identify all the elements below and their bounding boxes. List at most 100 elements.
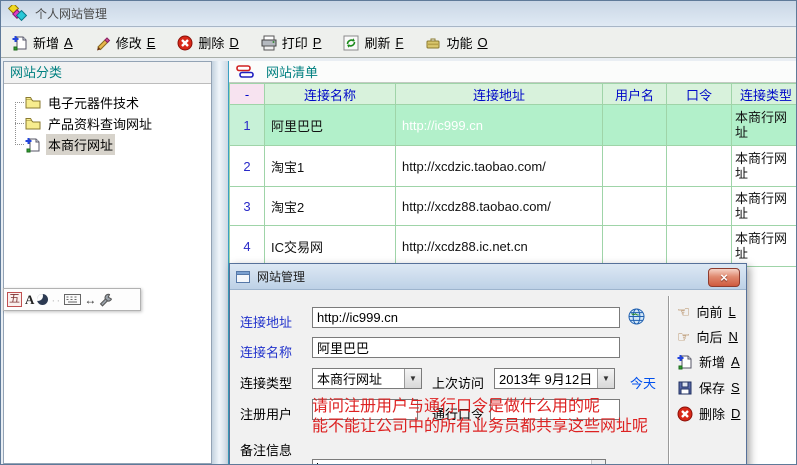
globe-icon[interactable] [628, 308, 645, 325]
forward-button[interactable]: ☜ 向前L [677, 302, 736, 321]
cell-rownum[interactable]: 3 [230, 187, 265, 226]
reg-user-input[interactable] [312, 399, 418, 420]
table-row: 4 IC交易网 http://xcdz88.ic.net.cn 本商行网址 [230, 226, 797, 267]
cell-rownum[interactable]: 4 [230, 226, 265, 267]
folder-icon [25, 96, 41, 109]
hotkey: E [147, 35, 156, 50]
cell-user[interactable] [603, 226, 667, 267]
new-page-icon [677, 354, 693, 370]
tree-item-label: 本商行网址 [46, 134, 115, 155]
last-visit-label: 上次访问 [432, 373, 484, 392]
punctuation-icon[interactable]: ·· [51, 293, 61, 307]
col-header-type[interactable]: 连接类型 [732, 84, 797, 105]
cell-rownum[interactable]: 1 [230, 105, 265, 146]
cell-type[interactable]: 本商行网址 [732, 105, 797, 146]
hotkey: L [728, 304, 735, 319]
backward-button[interactable]: ☞ 向后N [677, 327, 738, 346]
wrench-icon[interactable] [99, 293, 113, 307]
panel-splitter[interactable] [212, 61, 228, 464]
button-label: 保存 [699, 378, 725, 397]
cell-type[interactable]: 本商行网址 [732, 187, 797, 226]
function-button[interactable]: 功能O [422, 31, 490, 54]
dialog-new-button[interactable]: 新增A [677, 352, 740, 371]
cell-type[interactable]: 本商行网址 [732, 226, 797, 267]
print-button[interactable]: 打印 P [258, 31, 325, 54]
width-toggle-icon[interactable]: ↔ [84, 293, 96, 307]
delete-button[interactable]: 删除D [174, 31, 241, 54]
new-button[interactable]: 新增A [9, 31, 76, 54]
col-header-rownum[interactable]: - [230, 84, 265, 105]
cell-user[interactable] [603, 187, 667, 226]
cell-type[interactable]: 本商行网址 [732, 146, 797, 187]
col-header-name[interactable]: 连接名称 [265, 84, 396, 105]
col-header-user[interactable]: 用户名 [603, 84, 667, 105]
window-icon [236, 271, 250, 283]
keyboard-icon[interactable] [64, 294, 81, 305]
title-bar: 个人网站管理 [1, 1, 797, 27]
dialog-title-bar[interactable]: 网站管理 × [230, 264, 746, 290]
dialog-body: 连接地址 连接名称 连接类型 本商行网址 ▼ 上次访问 2013年 9月12日 … [230, 290, 746, 465]
printer-icon [261, 35, 277, 51]
cell-user[interactable] [603, 146, 667, 187]
button-label: 新增 [33, 33, 59, 52]
button-label: 向后 [696, 327, 722, 346]
cell-user[interactable] [603, 105, 667, 146]
scrollbar[interactable]: ▲ [591, 460, 605, 465]
chevron-down-icon[interactable]: ▼ [597, 369, 614, 388]
hotkey: A [731, 354, 740, 369]
chevron-down-icon[interactable]: ▼ [404, 369, 421, 388]
password-input[interactable] [490, 399, 620, 420]
cell-password[interactable] [667, 146, 732, 187]
cell-rownum[interactable]: 2 [230, 146, 265, 187]
ime-mode-button[interactable]: 五 [7, 292, 22, 307]
delete-circle-icon [177, 35, 193, 51]
type-dropdown[interactable]: 本商行网址 ▼ [312, 368, 422, 389]
table-row: 1 阿里巴巴 http://ic999.cn 本商行网址 [230, 105, 797, 146]
url-input[interactable] [312, 307, 620, 328]
cell-name[interactable]: 阿里巴巴 [265, 105, 396, 146]
name-input[interactable] [312, 337, 620, 358]
col-header-password[interactable]: 口令 [667, 84, 732, 105]
cell-password[interactable] [667, 105, 732, 146]
cell-name[interactable]: IC交易网 [265, 226, 396, 267]
app-diamonds-icon [8, 5, 28, 22]
refresh-icon [343, 35, 359, 51]
tree-item-product-info[interactable]: 产品资料查询网址 [4, 113, 211, 134]
remark-label: 备注信息 [240, 440, 292, 459]
button-panel-divider [668, 296, 670, 465]
reg-user-label: 注册用户 [240, 404, 292, 423]
button-label: 打印 [282, 33, 308, 52]
save-button[interactable]: 保存S [677, 378, 740, 397]
tree-item-electronics[interactable]: 电子元器件技术 [4, 92, 211, 113]
url-label: 连接地址 [240, 312, 292, 331]
hotkey: N [728, 329, 737, 344]
last-visit-date-dropdown[interactable]: 2013年 9月12日 ▼ [494, 368, 615, 389]
tree-item-our-shop[interactable]: 本商行网址 [4, 134, 211, 155]
main-toolbar: 新增A 修改E 删除D 打印 P 刷新F [1, 28, 797, 58]
category-panel-header: 网站分类 [4, 62, 211, 84]
toolbox-icon [425, 35, 441, 51]
table-row: 2 淘宝1 http://xcdzic.taobao.com/ 本商行网址 [230, 146, 797, 187]
cell-password[interactable] [667, 226, 732, 267]
delete-circle-icon [677, 406, 693, 422]
cell-name[interactable]: 淘宝2 [265, 187, 396, 226]
page-plus-icon [25, 137, 41, 153]
col-header-url[interactable]: 连接地址 [396, 84, 603, 105]
cell-url[interactable]: http://xcdzic.taobao.com/ [396, 146, 603, 187]
cell-password[interactable] [667, 187, 732, 226]
cell-url[interactable]: http://xcdz88.taobao.com/ [396, 187, 603, 226]
hotkey: P [313, 35, 322, 50]
ime-letter-button[interactable]: A [25, 292, 34, 308]
cell-url[interactable]: http://xcdz88.ic.net.cn [396, 226, 603, 267]
remark-textarea[interactable]: ▲ [312, 459, 606, 465]
edit-button[interactable]: 修改E [92, 31, 159, 54]
table-row: 3 淘宝2 http://xcdz88.taobao.com/ 本商行网址 [230, 187, 797, 226]
close-icon[interactable]: × [708, 268, 740, 287]
moon-icon[interactable] [37, 294, 48, 305]
cell-url-selected[interactable]: http://ic999.cn [396, 105, 603, 146]
hotkey: D [731, 406, 740, 421]
today-link[interactable]: 今天 [630, 373, 656, 392]
cell-name[interactable]: 淘宝1 [265, 146, 396, 187]
refresh-button[interactable]: 刷新F [340, 31, 406, 54]
dialog-delete-button[interactable]: 删除D [677, 404, 740, 423]
